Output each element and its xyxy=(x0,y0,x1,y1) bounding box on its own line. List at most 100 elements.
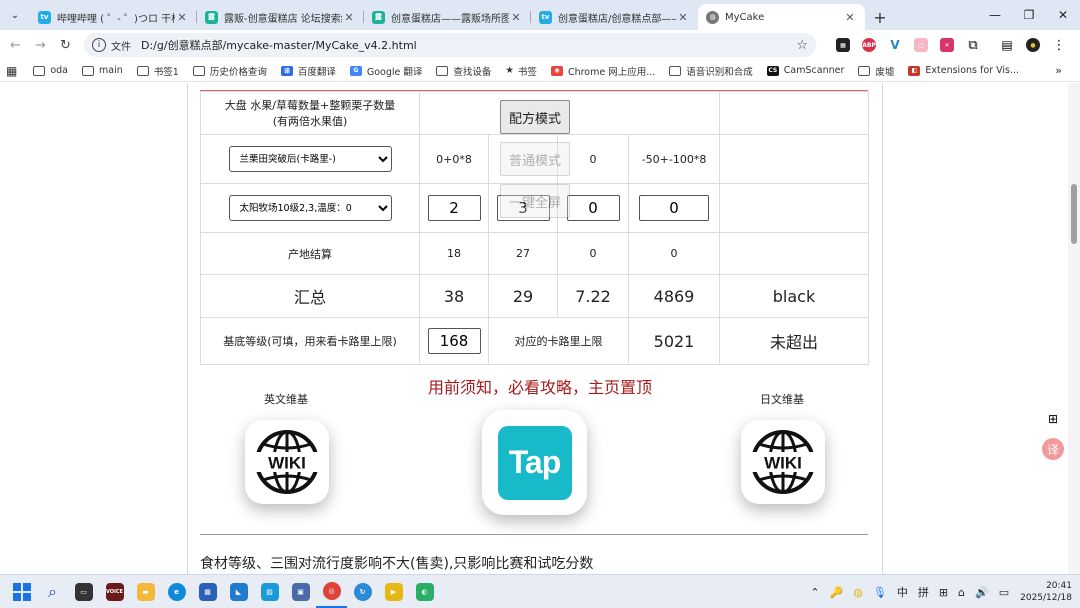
start-windows-icon[interactable] xyxy=(6,576,37,608)
restore-icon[interactable]: ❐ xyxy=(1012,0,1046,30)
bookmark-baidu-translate[interactable]: 译百度翻译 xyxy=(280,64,336,78)
sync-icon[interactable]: ↻ xyxy=(347,576,378,608)
photos-icon[interactable]: ▨ xyxy=(254,576,285,608)
new-tab-button[interactable]: + xyxy=(865,4,895,30)
tab-search-chevron-icon[interactable]: ⌄ xyxy=(0,0,30,30)
microphone-icon[interactable]: 🎙 xyxy=(873,586,887,599)
ranch-select[interactable]: 太阳牧场10级2,3,温度：0 xyxy=(228,195,392,221)
tray-overflow-icon[interactable]: ⌃ xyxy=(810,586,819,599)
extensions-puzzle-icon[interactable]: ⧉ xyxy=(960,32,986,58)
calorie-limit-label: 对应的卡路里上限 xyxy=(488,317,629,365)
voicemeeter-icon[interactable]: VOICE xyxy=(99,576,130,608)
calorie-limit-value: 5021 xyxy=(628,317,720,365)
bookmark-extensions[interactable]: ◧ Extensions for Vis... xyxy=(908,65,1019,76)
taptap-link[interactable]: Tap xyxy=(482,410,587,515)
tray-app-icon[interactable]: ⊞ xyxy=(939,586,948,599)
fullscreen-button[interactable]: 一键全屏 xyxy=(500,184,570,218)
vue-extension-icon[interactable]: V xyxy=(882,32,908,58)
profile-avatar[interactable]: ● xyxy=(1020,32,1046,58)
store-icon[interactable]: ▦ xyxy=(192,576,223,608)
bookmark-oda[interactable]: oda xyxy=(33,65,68,76)
notice-banner[interactable]: 用前须知，必看攻略，主页置顶 xyxy=(0,374,1080,398)
bookmark-camscanner[interactable]: CS CamScanner xyxy=(766,65,844,76)
bookmark-star[interactable]: ★ 书签 xyxy=(505,64,537,78)
vscode-extension-icon: ◧ xyxy=(908,65,921,76)
translate-widget-icon[interactable]: 译 xyxy=(1042,438,1064,460)
tab-close-icon[interactable]: ✕ xyxy=(342,11,356,24)
bookmark-google-translate[interactable]: G Google 翻译 xyxy=(349,64,422,78)
bookmark-star-icon[interactable]: ☆ xyxy=(796,38,808,53)
wechat-icon[interactable]: ◐ xyxy=(409,576,440,608)
window-controls: — ❐ ✕ xyxy=(978,0,1080,30)
file-explorer-icon[interactable]: ▬ xyxy=(130,576,161,608)
ranch-input-3[interactable] xyxy=(566,195,620,221)
cell-value: 18 xyxy=(419,232,489,275)
edge-browser-icon[interactable]: e xyxy=(161,576,192,608)
svg-text:WIKI: WIKI xyxy=(268,454,306,473)
english-wiki-link[interactable]: WIKI xyxy=(245,420,329,504)
ranch-input-1[interactable] xyxy=(427,195,481,221)
bookmark-find-device[interactable]: 查找设备 xyxy=(436,64,491,78)
network-icon[interactable]: ⌂ xyxy=(958,586,965,599)
close-window-icon[interactable]: ✕ xyxy=(1046,0,1080,30)
qr-code-icon[interactable]: ⊞ xyxy=(1042,408,1064,430)
tab-forum-search[interactable]: 露 露贩-创意蛋糕店 论坛搜索结果 ✕ xyxy=(197,4,364,30)
extension-icon[interactable]: ✕ xyxy=(934,32,960,58)
ime-pinyin-indicator[interactable]: 拼 xyxy=(918,584,929,600)
adblock-extension-icon[interactable]: ABP xyxy=(856,32,882,58)
bookmarks-overflow-icon[interactable]: » xyxy=(1055,64,1062,77)
site-info-icon[interactable]: i xyxy=(92,38,106,52)
reading-list-icon[interactable]: ▤ xyxy=(994,32,1020,58)
recipe-mode-button[interactable]: 配方模式 xyxy=(500,100,570,134)
extension-icon[interactable]: ▢ xyxy=(908,32,934,58)
tab-close-icon[interactable]: ✕ xyxy=(676,11,690,24)
task-view-icon[interactable]: ▭ xyxy=(68,576,99,608)
bookmark-ruins[interactable]: 废墟 xyxy=(858,64,894,78)
table-row: 基底等级(可填，用来看卡路里上限) 对应的卡路里上限 5021 未超出 xyxy=(200,317,869,365)
bookmark-main[interactable]: main xyxy=(82,65,123,76)
normal-mode-button[interactable]: 普通模式 xyxy=(500,142,570,176)
chrome-icon[interactable]: ◎ xyxy=(316,576,347,608)
remote-desktop-icon[interactable]: ▣ xyxy=(285,576,316,608)
search-icon[interactable]: ⌕ xyxy=(37,576,68,608)
reload-icon[interactable]: ↻ xyxy=(53,32,78,58)
japanese-wiki-link[interactable]: WIKI xyxy=(741,420,825,504)
volume-icon[interactable]: 🔊 xyxy=(975,586,989,599)
address-bar[interactable]: i 文件 D:/g/创意糕点部/mycake-master/MyCake_v4.… xyxy=(84,33,816,57)
tab-bilibili[interactable]: tv 哔哩哔哩 ( ゜- ゜)つロ 干杯~-bili ✕ xyxy=(30,4,197,30)
wiki-globe-icon: WIKI xyxy=(255,430,319,494)
tab-mycake[interactable]: ◍ MyCake ✕ xyxy=(698,4,865,30)
tab-close-icon[interactable]: ✕ xyxy=(175,11,189,24)
tab-place-guide[interactable]: 露 创意蛋糕店——露贩场所图鉴 ✕ xyxy=(364,4,531,30)
bookmark-speech[interactable]: 语音识别和合成 xyxy=(669,64,753,78)
bookmark-chrome-store[interactable]: ◉ Chrome 网上应用... xyxy=(550,64,655,78)
tab-advanced[interactable]: tv 创意蛋糕店/创意糕点部——进阶 ✕ xyxy=(531,4,698,30)
forward-icon[interactable]: → xyxy=(28,32,53,58)
tab-close-icon[interactable]: ✕ xyxy=(509,11,523,24)
page-scrollbar[interactable] xyxy=(1068,83,1080,574)
bookmark-folder-1[interactable]: 书签1 xyxy=(136,64,179,78)
cell-value: 0 xyxy=(557,232,629,275)
extension-icon[interactable]: ▦ xyxy=(830,32,856,58)
battery-icon[interactable]: ▭ xyxy=(999,586,1009,599)
url-text[interactable]: D:/g/创意糕点部/mycake-master/MyCake_v4.2.htm… xyxy=(141,37,796,53)
ranch-input-4[interactable] xyxy=(639,195,709,221)
minimize-icon[interactable]: — xyxy=(978,0,1012,30)
potplayer-icon[interactable]: ▶ xyxy=(378,576,409,608)
google-translate-icon: G xyxy=(349,65,362,76)
ime-chinese-indicator[interactable]: 中 xyxy=(897,584,908,600)
tab-close-icon[interactable]: ✕ xyxy=(843,11,857,24)
tray-app-icon[interactable]: ◍ xyxy=(853,586,863,599)
tray-app-icon[interactable]: 🔑 xyxy=(830,586,844,599)
more-menu-icon[interactable]: ⋮ xyxy=(1046,32,1072,58)
field-select[interactable]: 兰栗田突破后(卡路里-) xyxy=(228,146,392,172)
apps-grid-icon[interactable]: ▦ xyxy=(6,64,17,78)
tab-title: 创意蛋糕店/创意糕点部——进阶 xyxy=(558,13,676,25)
cell-value: 7.22 xyxy=(557,274,629,318)
back-icon[interactable]: ← xyxy=(3,32,28,58)
taskbar-clock[interactable]: 20:41 2025/12/18 xyxy=(1020,580,1072,604)
base-level-input[interactable] xyxy=(427,328,481,354)
scrollbar-thumb[interactable] xyxy=(1071,184,1077,244)
bookmark-price-history[interactable]: 历史价格查询 xyxy=(192,64,267,78)
vscode-icon[interactable]: ◣ xyxy=(223,576,254,608)
